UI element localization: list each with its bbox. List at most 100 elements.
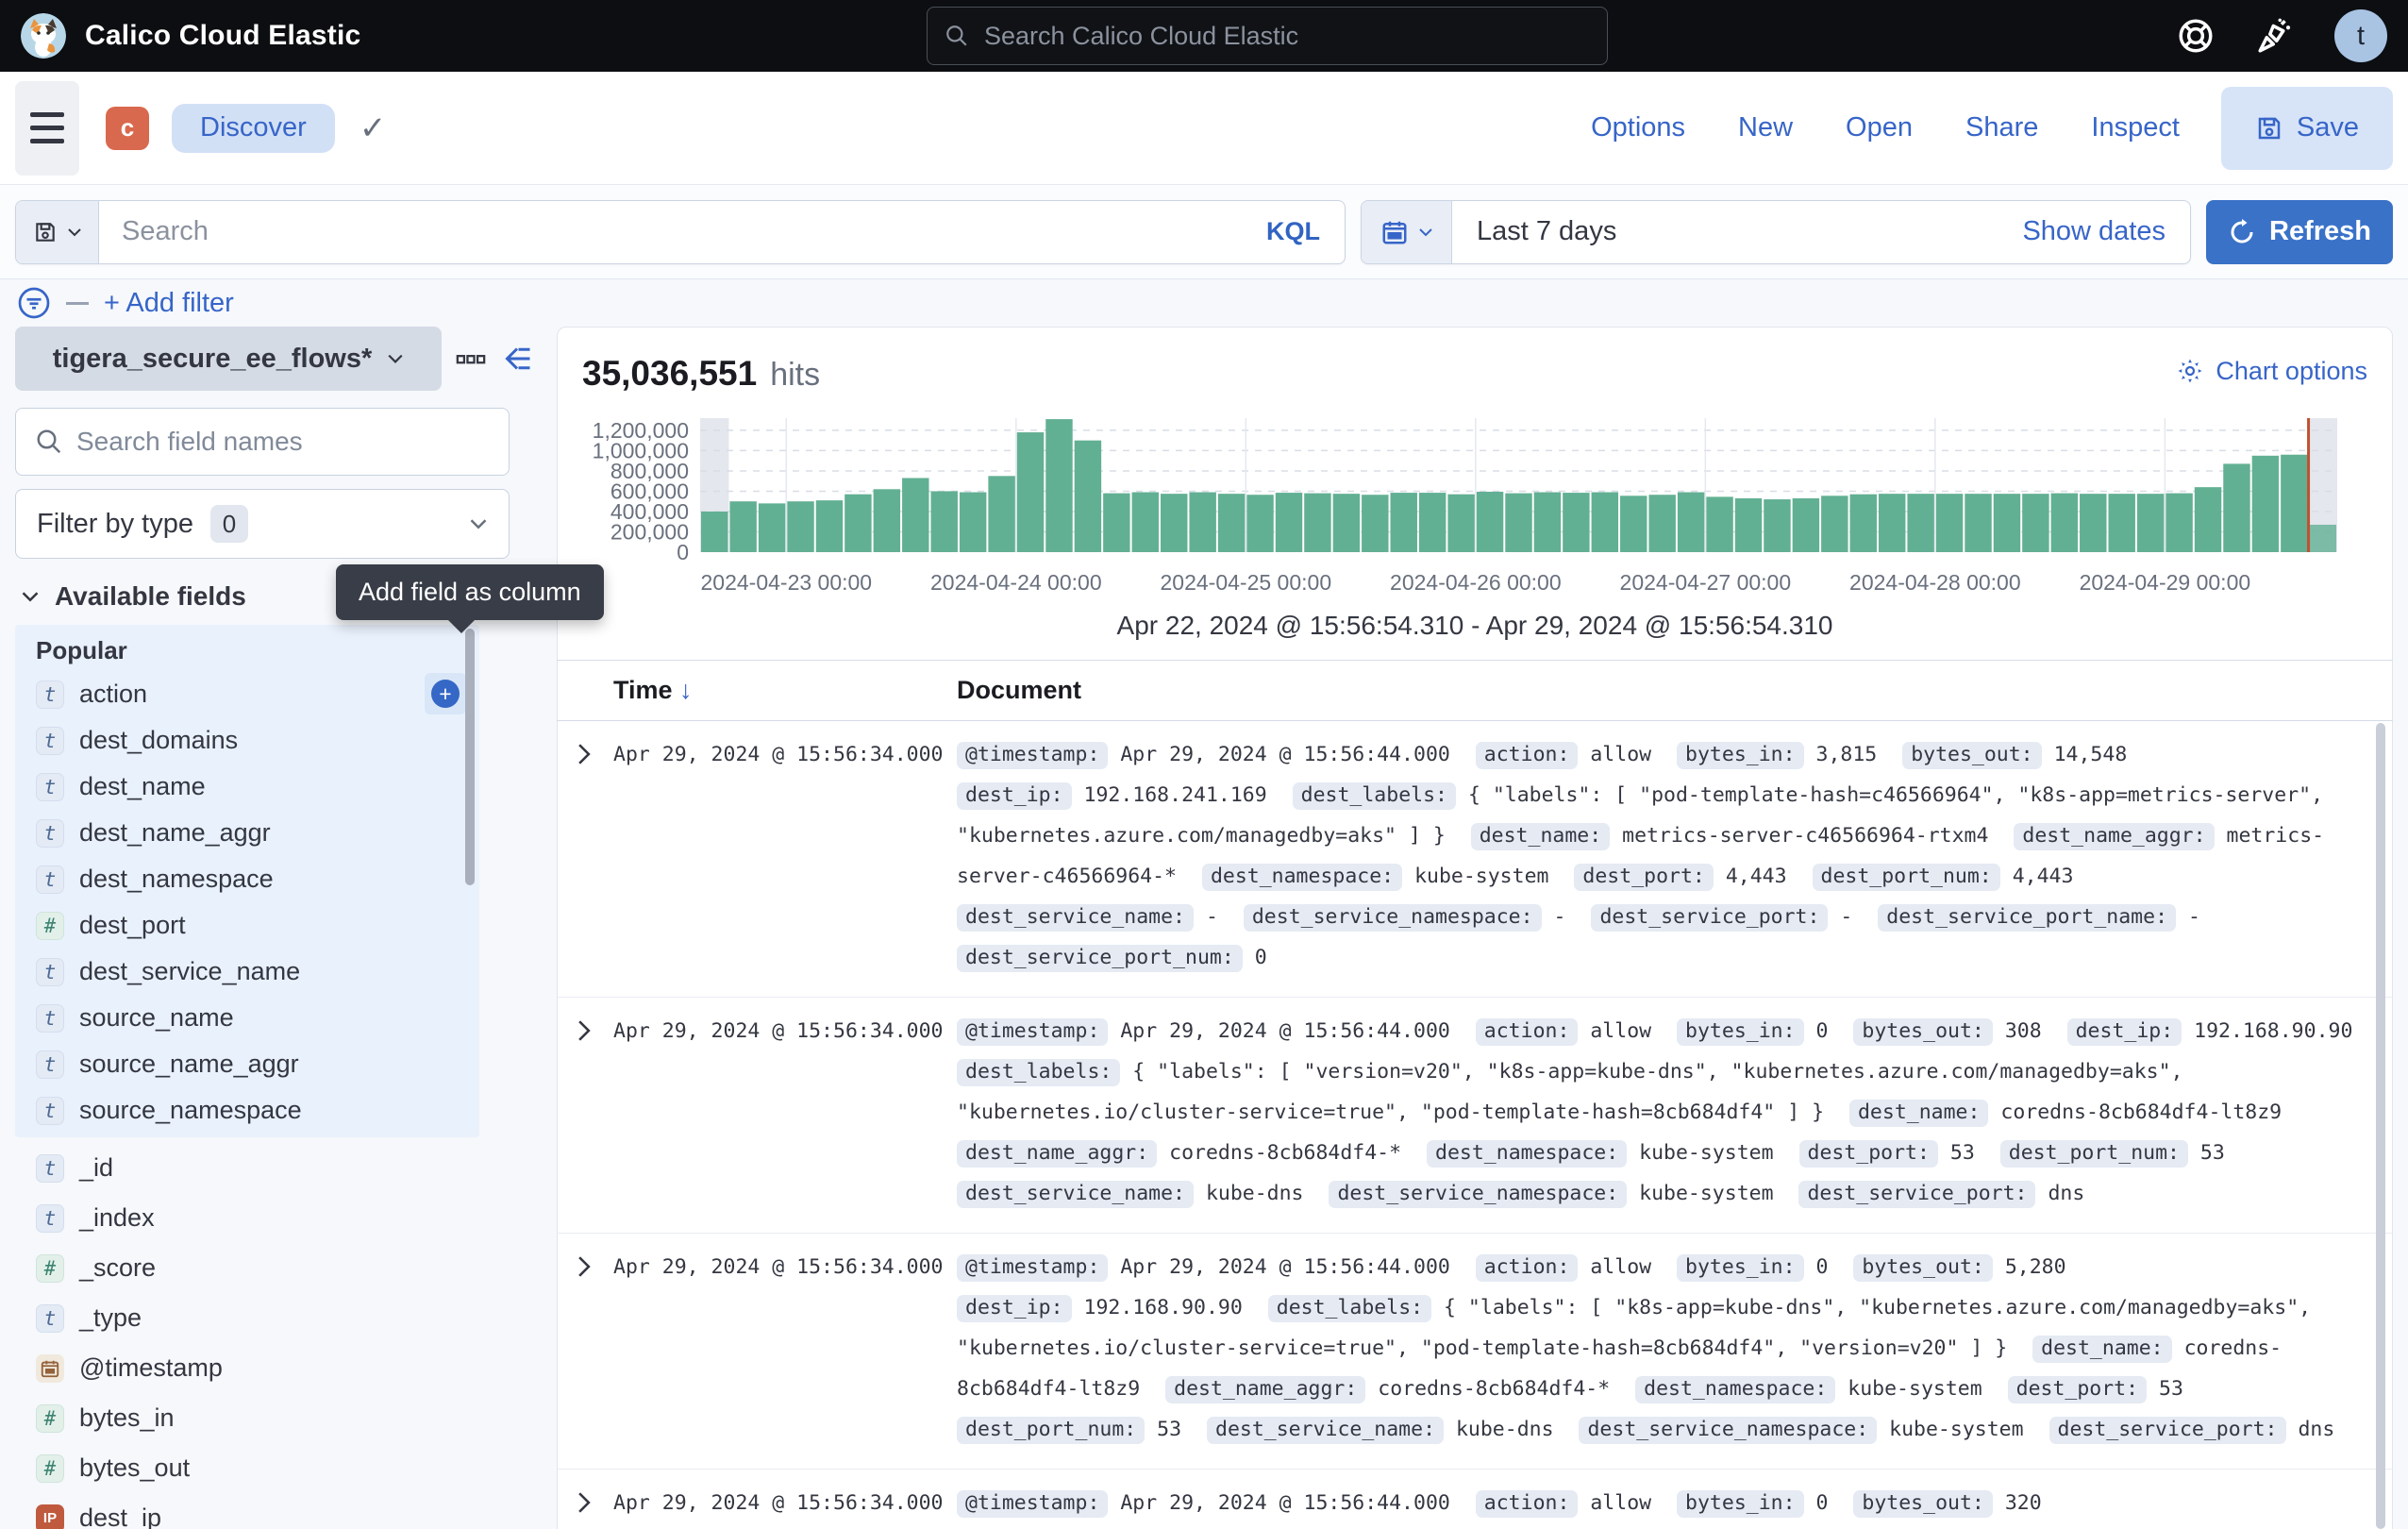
string-field-icon: t bbox=[36, 1004, 64, 1033]
save-button[interactable]: Save bbox=[2221, 87, 2393, 170]
nav-link-new[interactable]: New bbox=[1738, 112, 1793, 143]
doc-field-value: 14,548 bbox=[2054, 743, 2128, 766]
field-name: source_name_aggr bbox=[79, 1050, 299, 1079]
field-item-dest_name_aggr[interactable]: tdest_name_aggr bbox=[15, 810, 479, 856]
expand-row-button[interactable] bbox=[572, 1483, 613, 1529]
index-pattern-selector[interactable]: tigera_secure_ee_flows* bbox=[15, 327, 442, 391]
time-range-value[interactable]: Last 7 days bbox=[1452, 216, 2022, 247]
string-field-icon: t bbox=[36, 1050, 64, 1079]
available-fields-label: Available fields bbox=[55, 581, 246, 612]
field-name: dest_name_aggr bbox=[79, 818, 271, 848]
field-item-action[interactable]: taction+ bbox=[15, 671, 479, 717]
field-name: source_namespace bbox=[79, 1096, 302, 1125]
doc-field-value: - bbox=[1206, 905, 1218, 929]
expand-row-button[interactable] bbox=[572, 1247, 613, 1450]
add-filter-button[interactable]: + Add filter bbox=[104, 288, 234, 319]
chevron-down-icon bbox=[21, 587, 40, 606]
document-time: Apr 29, 2024 @ 15:56:34.000 bbox=[613, 1483, 957, 1529]
column-header-document[interactable]: Document bbox=[957, 676, 1081, 705]
field-item-source_name_aggr[interactable]: t source_name_aggr bbox=[15, 1041, 479, 1087]
doc-field-value: allow bbox=[1590, 1019, 1651, 1043]
global-search-input[interactable]: Search Calico Cloud Elastic bbox=[927, 7, 1608, 65]
field-item-bytes_in[interactable]: #bytes_in bbox=[15, 1395, 543, 1441]
field-item-_id[interactable]: t_id bbox=[15, 1145, 543, 1191]
space-badge[interactable]: c bbox=[106, 107, 149, 150]
filter-by-type-label: Filter by type bbox=[37, 509, 193, 540]
field-name: source_name bbox=[79, 1003, 234, 1033]
field-item-source_namespace[interactable]: tsource_namespace bbox=[15, 1087, 479, 1134]
string-field-icon: t bbox=[36, 727, 64, 755]
field-item-bytes_out[interactable]: #bytes_out bbox=[15, 1445, 543, 1491]
string-field-icon: t bbox=[36, 680, 64, 709]
filter-by-type-dropdown[interactable]: Filter by type 0 bbox=[15, 489, 510, 559]
filter-icon[interactable] bbox=[17, 286, 51, 320]
user-avatar[interactable]: t bbox=[2334, 9, 2387, 62]
field-item-dest_service_name[interactable]: tdest_service_name bbox=[15, 949, 479, 995]
save-label: Save bbox=[2297, 112, 2359, 143]
query-placeholder: Search bbox=[99, 216, 1266, 247]
document-summary: @timestamp: Apr 29, 2024 @ 15:56:44.000 … bbox=[957, 1247, 2368, 1450]
refresh-button[interactable]: Refresh bbox=[2206, 200, 2393, 264]
filter-divider bbox=[66, 302, 89, 305]
expand-row-button[interactable] bbox=[572, 734, 613, 978]
doc-field-value: 5,280 bbox=[2005, 1255, 2066, 1279]
field-name: dest_service_name bbox=[79, 957, 300, 986]
doc-field-value: allow bbox=[1590, 743, 1651, 766]
nav-link-options[interactable]: Options bbox=[1591, 112, 1685, 143]
doc-field-value: 192.168.241.169 bbox=[1084, 783, 1267, 807]
breadcrumb-discover[interactable]: Discover bbox=[172, 104, 335, 153]
chart-options-button[interactable]: Chart options bbox=[2176, 357, 2367, 386]
query-input[interactable]: Search KQL bbox=[15, 200, 1346, 264]
field-settings-icon[interactable] bbox=[455, 343, 487, 375]
doc-field-value: - bbox=[2188, 905, 2200, 929]
add-field-as-column-button[interactable]: + bbox=[425, 673, 466, 714]
doc-field-name: dest_ip: bbox=[2067, 1018, 2182, 1046]
string-field-icon: t bbox=[36, 773, 64, 801]
column-header-time[interactable]: Time ↓ bbox=[613, 676, 957, 705]
field-search-input[interactable]: Search field names bbox=[15, 408, 510, 476]
filter-row: + Add filter bbox=[0, 279, 2408, 327]
save-icon bbox=[2255, 114, 2283, 143]
number-field-icon: # bbox=[36, 912, 64, 940]
field-item-dest_name[interactable]: tdest_name bbox=[15, 764, 479, 810]
doc-field-name: dest_labels: bbox=[1268, 1295, 1431, 1322]
show-dates-link[interactable]: Show dates bbox=[2022, 216, 2190, 247]
nav-link-open[interactable]: Open bbox=[1846, 112, 1913, 143]
menu-button[interactable] bbox=[15, 81, 79, 176]
sidebar-scrollbar[interactable] bbox=[465, 629, 475, 885]
doc-field-value: Apr 29, 2024 @ 15:56:44.000 bbox=[1120, 743, 1450, 766]
saved-query-menu-button[interactable] bbox=[16, 201, 99, 263]
hits-count: 35,036,551 bbox=[582, 354, 757, 394]
calico-logo[interactable] bbox=[21, 13, 66, 59]
help-icon[interactable] bbox=[2176, 16, 2216, 56]
doc-field-name: dest_service_port: bbox=[2049, 1417, 2286, 1444]
collapse-sidebar-icon[interactable] bbox=[500, 342, 534, 376]
nav-link-share[interactable]: Share bbox=[1965, 112, 2038, 143]
field-item-dest_namespace[interactable]: tdest_namespace bbox=[15, 856, 479, 902]
doc-field-value: 53 bbox=[1950, 1141, 1975, 1165]
field-item-dest_domains[interactable]: tdest_domains bbox=[15, 717, 479, 764]
table-scrollbar[interactable] bbox=[2376, 723, 2385, 1529]
doc-field-name: dest_name_aggr: bbox=[957, 1140, 1157, 1168]
date-picker[interactable]: Last 7 days Show dates bbox=[1361, 200, 2191, 264]
field-item-_score[interactable]: #_score bbox=[15, 1245, 543, 1291]
global-search-placeholder: Search Calico Cloud Elastic bbox=[984, 22, 1298, 51]
field-item-source_name[interactable]: t source_name bbox=[15, 995, 479, 1041]
expand-row-button[interactable] bbox=[572, 1011, 613, 1214]
nav-link-inspect[interactable]: Inspect bbox=[2091, 112, 2180, 143]
histogram-chart[interactable]: 0200,000400,000600,000800,0001,000,0001,… bbox=[582, 409, 2367, 607]
news-icon[interactable] bbox=[2255, 16, 2295, 56]
fields-sidebar: tigera_secure_ee_flows* Search field nam… bbox=[15, 327, 543, 1529]
refresh-label: Refresh bbox=[2269, 216, 2371, 247]
field-item-@timestamp[interactable]: @timestamp bbox=[15, 1345, 543, 1391]
top-header-bar: Calico Cloud Elastic Search Calico Cloud… bbox=[0, 0, 2408, 72]
field-item-_index[interactable]: t_index bbox=[15, 1195, 543, 1241]
doc-field-name: dest_service_port_num: bbox=[957, 945, 1243, 972]
field-item-dest_port[interactable]: #dest_port bbox=[15, 902, 479, 949]
query-language-badge[interactable]: KQL bbox=[1266, 217, 1345, 246]
svg-text:2024-04-24 00:00: 2024-04-24 00:00 bbox=[930, 570, 1102, 595]
field-name: @timestamp bbox=[79, 1353, 223, 1383]
field-item-dest_ip[interactable]: IPdest_ip bbox=[15, 1495, 543, 1529]
date-quick-menu-button[interactable] bbox=[1362, 201, 1452, 263]
field-item-_type[interactable]: t_type bbox=[15, 1295, 543, 1341]
